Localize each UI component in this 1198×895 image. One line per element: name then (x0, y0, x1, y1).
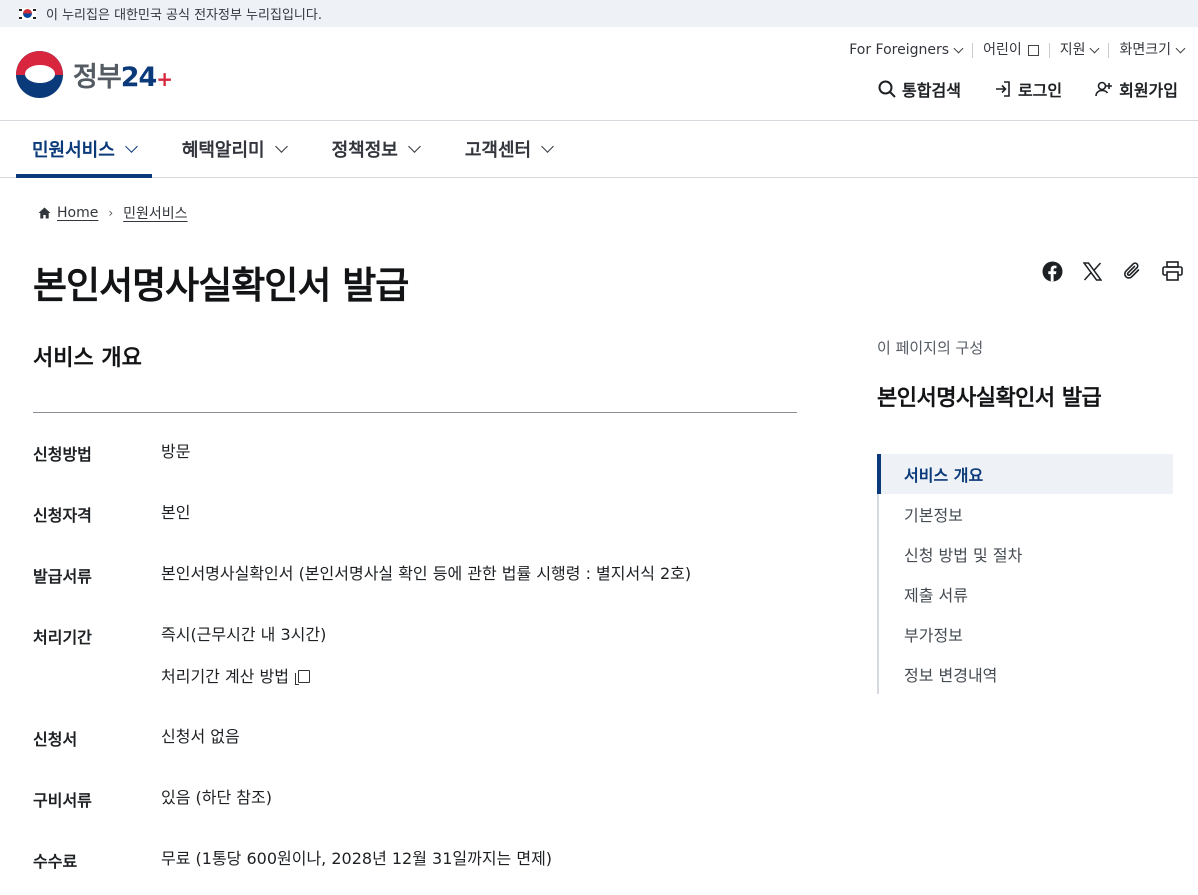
info-value: 본인서명사실확인서 (본인서명사실 확인 등에 관한 법률 시행령 : 별지서식… (161, 564, 692, 583)
info-row-issued-document: 발급서류 본인서명사실확인서 (본인서명사실 확인 등에 관한 법률 시행령 :… (33, 553, 797, 614)
utility-nav: For Foreigners 어린이 지원 화면크기 (839, 43, 1186, 58)
toc-item-application-procedure[interactable]: 신청 방법 및 절차 (879, 534, 1173, 574)
popup-icon (294, 669, 310, 685)
logo-text: 정부24+ (73, 62, 173, 93)
signup-button[interactable]: 회원가입 (1095, 77, 1178, 101)
gov-banner-text: 이 누리집은 대한민국 공식 전자정부 누리집입니다. (46, 8, 322, 23)
service-info-list: 신청방법 방문 신청자격 본인 발급서류 본인서명사실확인서 (본인서명사실 확… (33, 431, 797, 895)
nav-tab-benefit-alerts[interactable]: 혜택알리미 (166, 121, 302, 177)
info-row-eligibility: 신청자격 본인 (33, 492, 797, 553)
gov-emblem-icon (16, 51, 63, 98)
info-row-fee: 수수료 무료 (1통당 600원이나, 2028년 12월 31일까지는 면제) (33, 838, 797, 895)
main-nav: 민원서비스 혜택알리미 정책정보 고객센터 (0, 121, 1198, 178)
page-title: 본인서명사실확인서 발급 (33, 264, 409, 307)
toc-item-submission-documents[interactable]: 제출 서류 (879, 574, 1173, 614)
paperclip-icon (1124, 262, 1140, 279)
info-label: 신청서 (33, 730, 78, 749)
toc-caption: 이 페이지의 구성 (877, 339, 984, 357)
screen-size-menu[interactable]: 화면크기 (1109, 43, 1186, 58)
for-foreigners-menu[interactable]: For Foreigners (839, 43, 974, 58)
home-icon (38, 207, 51, 219)
toc-list: 서비스 개요 기본정보 신청 방법 및 절차 제출 서류 부가정보 정보 변경내… (877, 454, 1173, 694)
facebook-icon (1042, 261, 1062, 281)
info-label: 신청방법 (33, 445, 92, 464)
info-value: 방문 (161, 442, 191, 461)
chevron-down-icon (408, 140, 421, 153)
external-link-icon (1027, 45, 1039, 56)
info-value: 본인 (161, 503, 191, 522)
processing-time-calc-link[interactable]: 처리기간 계산 방법 (161, 666, 326, 687)
info-value: 있음 (하단 참조) (161, 788, 272, 807)
site-logo[interactable]: 정부24+ (16, 51, 173, 98)
chevron-down-icon (1175, 43, 1186, 54)
chevron-down-icon (1090, 43, 1100, 54)
info-value: 신청서 없음 (161, 727, 240, 746)
chevron-down-icon (541, 140, 554, 153)
toc-item-service-overview[interactable]: 서비스 개요 (877, 454, 1173, 494)
search-button[interactable]: 통합검색 (878, 77, 961, 101)
login-button[interactable]: 로그인 (994, 77, 1062, 101)
info-label: 신청자격 (33, 506, 92, 525)
kids-link[interactable]: 어린이 (973, 43, 1050, 58)
chevron-down-icon (274, 140, 288, 153)
print-button[interactable] (1160, 259, 1184, 283)
info-row-required-documents: 구비서류 있음 (하단 참조) (33, 777, 797, 838)
toc-item-basic-info[interactable]: 기본정보 (879, 494, 1173, 534)
info-label: 처리기간 (33, 628, 92, 647)
x-share-button[interactable] (1080, 259, 1104, 283)
info-value: 무료 (1통당 600원이나, 2028년 12월 31일까지는 면제) (161, 849, 553, 868)
site-header: 정부24+ For Foreigners 어린이 지원 화면크기 통합검색 로그… (0, 27, 1198, 121)
gov-banner: 이 누리집은 대한민국 공식 전자정부 누리집입니다. (0, 0, 1198, 27)
info-row-application-method: 신청방법 방문 (33, 431, 797, 492)
nav-tab-policy-info[interactable]: 정책정보 (316, 121, 435, 177)
korea-flag-icon (19, 7, 36, 20)
breadcrumb: Home › 민원서비스 (38, 203, 188, 223)
search-icon (878, 80, 896, 98)
info-label: 구비서류 (33, 791, 92, 810)
breadcrumb-home-link[interactable]: Home (57, 205, 98, 221)
info-label: 수수료 (33, 852, 78, 871)
nav-tab-customer-center[interactable]: 고객센터 (449, 121, 568, 177)
toc-title: 본인서명사실확인서 발급 (877, 386, 1102, 411)
info-value: 즉시(근무시간 내 3시간) (161, 625, 327, 644)
info-row-processing-time: 처리기간 즉시(근무시간 내 3시간) 처리기간 계산 방법 (33, 614, 797, 716)
action-nav: 통합검색 로그인 회원가입 (845, 77, 1178, 101)
copy-link-button[interactable] (1120, 259, 1144, 283)
support-menu[interactable]: 지원 (1050, 43, 1110, 58)
info-label: 발급서류 (33, 567, 92, 586)
info-row-application-form: 신청서 신청서 없음 (33, 716, 797, 777)
breadcrumb-separator-icon: › (108, 206, 114, 220)
toc-item-additional-info[interactable]: 부가정보 (879, 614, 1173, 654)
breadcrumb-current-link[interactable]: 민원서비스 (123, 203, 187, 223)
section-divider (33, 412, 797, 413)
add-user-icon (1095, 81, 1113, 97)
facebook-share-button[interactable] (1040, 259, 1064, 283)
x-logo-icon (1082, 261, 1102, 281)
toc-item-change-history[interactable]: 정보 변경내역 (879, 654, 1173, 694)
chevron-down-icon (953, 43, 964, 54)
login-icon (995, 81, 1010, 97)
section-title: 서비스 개요 (33, 346, 142, 371)
printer-icon (1161, 261, 1183, 281)
nav-tab-civil-services[interactable]: 민원서비스 (16, 121, 152, 178)
share-tools (1024, 259, 1184, 283)
chevron-down-icon (124, 140, 138, 153)
